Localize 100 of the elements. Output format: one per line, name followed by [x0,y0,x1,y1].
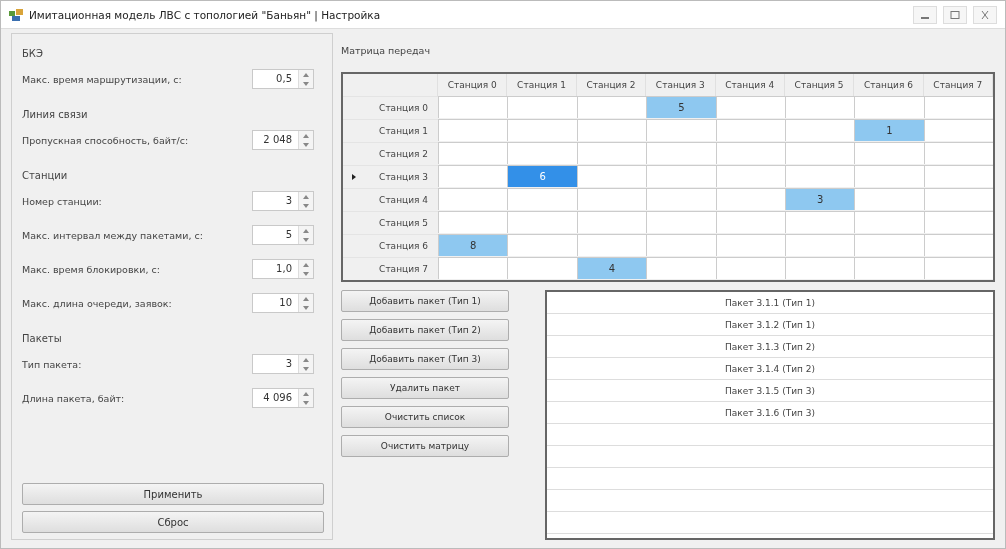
packet-item[interactable]: Пакет 3.1.5 (Тип 3) [547,380,993,402]
matrix-cell[interactable] [715,234,785,256]
matrix-cell[interactable]: 3 [784,188,855,210]
matrix-cell[interactable] [923,211,993,233]
matrix-cell[interactable] [438,96,508,118]
number-spinner[interactable]: 0,5 [252,69,314,89]
close-button[interactable] [973,5,997,24]
matrix-cell[interactable] [854,211,924,233]
matrix-cell[interactable] [923,257,993,279]
number-spinner[interactable]: 10 [252,293,314,313]
maximize-button[interactable] [943,5,967,24]
matrix-cell[interactable] [646,119,716,141]
matrix-cell[interactable] [854,165,924,187]
matrix-cell[interactable] [715,211,785,233]
matrix-cell[interactable] [507,119,577,141]
matrix-cell[interactable] [507,211,577,233]
packet-item[interactable]: Пакет 3.1.6 (Тип 3) [547,402,993,424]
up-arrow-icon[interactable] [303,391,309,396]
packet-item[interactable]: Пакет 3.1.1 (Тип 1) [547,292,993,314]
matrix-cell[interactable] [507,96,577,118]
matrix-cell[interactable] [438,257,508,279]
down-arrow-icon[interactable] [303,400,309,405]
number-spinner[interactable]: 2 048 [252,130,314,150]
matrix-cell[interactable] [854,142,924,164]
reset-button[interactable]: Сброс [22,511,324,533]
down-arrow-icon[interactable] [303,305,309,310]
packet-button[interactable]: Удалить пакет [341,377,509,399]
matrix-cell[interactable] [438,119,508,141]
matrix-cell[interactable] [438,211,508,233]
matrix-cell[interactable] [438,142,508,164]
number-spinner[interactable]: 1,0 [252,259,314,279]
matrix-cell[interactable] [784,119,855,141]
matrix-cell[interactable] [923,96,993,118]
matrix-cell[interactable] [923,234,993,256]
packet-button[interactable]: Добавить пакет (Тип 3) [341,348,509,370]
packet-button[interactable]: Очистить матрицу [341,435,509,457]
matrix-cell[interactable] [576,188,647,210]
matrix-cell[interactable] [438,188,508,210]
matrix-cell[interactable] [715,165,785,187]
matrix-cell[interactable] [784,234,855,256]
matrix-cell[interactable] [715,96,785,118]
up-arrow-icon[interactable] [303,133,309,138]
matrix-cell[interactable] [576,142,647,164]
down-arrow-icon[interactable] [303,142,309,147]
matrix-cell[interactable] [576,234,647,256]
matrix-cell[interactable] [576,211,647,233]
matrix-cell[interactable] [923,165,993,187]
matrix-cell[interactable] [854,234,924,256]
packet-button[interactable]: Добавить пакет (Тип 1) [341,290,509,312]
up-arrow-icon[interactable] [303,228,309,233]
matrix-cell[interactable] [923,188,993,210]
matrix-cell[interactable] [784,211,855,233]
up-arrow-icon[interactable] [303,262,309,267]
packet-item[interactable]: Пакет 3.1.2 (Тип 1) [547,314,993,336]
packet-button[interactable]: Очистить список [341,406,509,428]
matrix-cell[interactable] [646,142,716,164]
matrix-cell[interactable] [715,119,785,141]
up-arrow-icon[interactable] [303,72,309,77]
down-arrow-icon[interactable] [303,81,309,86]
down-arrow-icon[interactable] [303,203,309,208]
matrix-cell[interactable] [646,165,716,187]
number-spinner[interactable]: 3 [252,354,314,374]
matrix-cell[interactable] [784,142,855,164]
matrix-cell[interactable] [715,142,785,164]
packet-item[interactable]: Пакет 3.1.4 (Тип 2) [547,358,993,380]
apply-button[interactable]: Применить [22,483,324,505]
matrix-cell[interactable] [923,119,993,141]
matrix-cell[interactable] [646,188,716,210]
matrix-cell[interactable] [715,188,785,210]
matrix-cell[interactable] [507,142,577,164]
number-spinner[interactable]: 4 096 [252,388,314,408]
matrix-cell[interactable] [507,234,577,256]
packet-item[interactable]: Пакет 3.1.3 (Тип 2) [547,336,993,358]
up-arrow-icon[interactable] [303,296,309,301]
matrix-cell[interactable] [784,96,855,118]
number-spinner[interactable]: 5 [252,225,314,245]
matrix-cell[interactable] [507,188,577,210]
matrix-cell[interactable]: 1 [854,119,924,141]
matrix-cell[interactable] [576,119,647,141]
matrix-cell[interactable] [854,188,924,210]
matrix-cell[interactable] [646,257,716,279]
matrix-cell[interactable] [854,257,924,279]
matrix-cell[interactable] [438,165,508,187]
matrix-cell[interactable] [715,257,785,279]
matrix-cell[interactable] [646,211,716,233]
matrix-cell[interactable] [854,96,924,118]
minimize-button[interactable] [913,5,937,24]
matrix-cell[interactable] [507,257,577,279]
down-arrow-icon[interactable] [303,237,309,242]
matrix-cell[interactable]: 8 [438,234,508,256]
up-arrow-icon[interactable] [303,357,309,362]
number-spinner[interactable]: 3 [252,191,314,211]
matrix-cell[interactable] [646,234,716,256]
matrix-cell[interactable] [576,165,647,187]
matrix-cell[interactable]: 5 [646,96,716,118]
matrix-cell[interactable]: 4 [576,257,647,279]
matrix-cell[interactable] [923,142,993,164]
down-arrow-icon[interactable] [303,271,309,276]
down-arrow-icon[interactable] [303,366,309,371]
up-arrow-icon[interactable] [303,194,309,199]
